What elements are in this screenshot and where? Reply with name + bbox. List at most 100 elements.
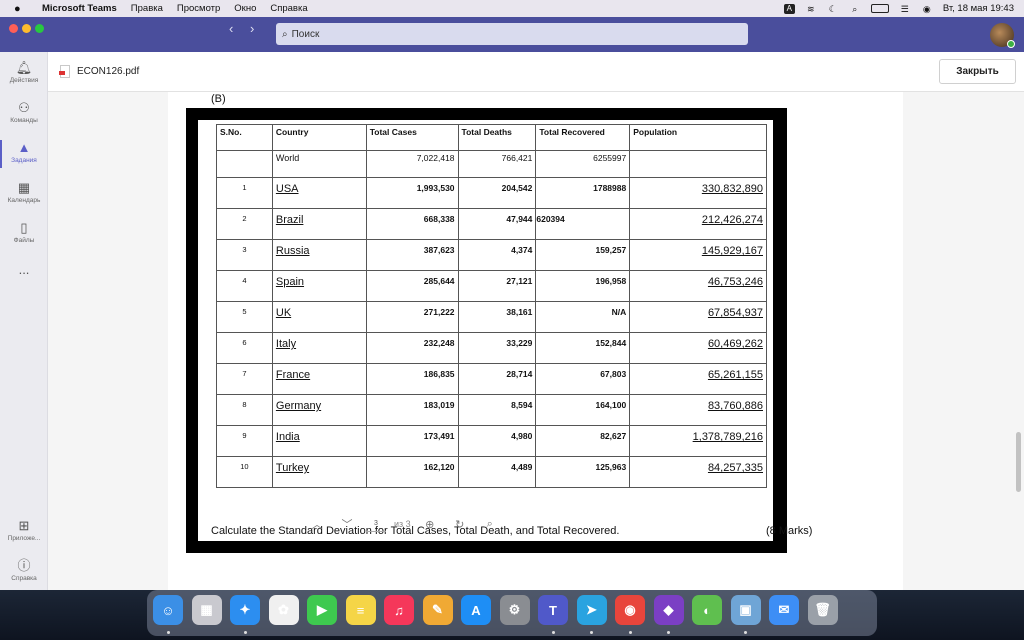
window-minimize-button[interactable] <box>22 24 31 33</box>
page-down-icon[interactable]: ﹀ <box>336 516 358 532</box>
rail-item-more[interactable]: ... <box>0 262 48 279</box>
bell-icon: 🔔︎ <box>15 60 33 75</box>
cell-country[interactable]: France <box>271 363 367 395</box>
rail-item-calendar[interactable]: ▦ Календарь <box>0 180 48 204</box>
cell-cases: 173,491 <box>365 425 459 457</box>
cell-population[interactable]: 83,760,886 <box>629 394 767 426</box>
trash-icon[interactable]: 🗑 <box>807 595 838 625</box>
menu-app-name[interactable]: Microsoft Teams <box>42 3 117 14</box>
table-row: 6 Italy 232,248 33,229 152,844 60,469,262 <box>216 332 767 364</box>
siri-icon[interactable]: ◉ <box>921 4 933 14</box>
cell-country[interactable]: Germany <box>271 394 367 426</box>
avatar[interactable] <box>990 23 1015 48</box>
cell-population[interactable]: 212,426,274 <box>629 208 767 240</box>
rail-item-help[interactable]: ⓘ Справка <box>0 558 48 582</box>
rail-item-activity[interactable]: 🔔︎ Действия <box>0 60 48 84</box>
search-input[interactable]: ⌕ Поиск <box>276 23 748 45</box>
cell-population[interactable]: 1,378,789,216 <box>629 425 767 457</box>
close-button[interactable]: Закрыть <box>939 59 1016 84</box>
cell-deaths: 8,594 <box>457 394 537 426</box>
mail-icon[interactable]: ✉ <box>769 595 799 625</box>
control-center-icon[interactable]: ☰ <box>899 4 911 14</box>
cell-country[interactable]: Russia <box>271 239 367 271</box>
zoom-in-icon[interactable]: ⊕ <box>419 518 441 531</box>
cell-country[interactable]: Spain <box>271 270 367 302</box>
rail-item-teams[interactable]: ⚇ Команды <box>0 100 48 124</box>
cell-country[interactable]: Italy <box>271 332 367 364</box>
cell-population <box>629 150 767 178</box>
notes-icon[interactable]: ≡ <box>345 595 376 625</box>
page-number-input[interactable]: 3 <box>366 516 386 532</box>
menu-clock[interactable]: Вт, 18 мая 19:43 <box>943 3 1014 14</box>
table-row: 2 Brazil 668,338 47,944 620394 212,426,274 <box>216 208 767 240</box>
photos-icon[interactable]: ✿ <box>268 595 299 625</box>
pages-icon[interactable]: ✎ <box>422 595 453 625</box>
cell-sno: 4 <box>216 270 273 302</box>
cell-population[interactable]: 46,753,246 <box>629 270 767 302</box>
app-store-icon[interactable]: A <box>461 595 491 625</box>
cell-cases: 285,644 <box>365 270 459 302</box>
safari-icon[interactable]: ✦ <box>230 595 260 625</box>
help-icon: ⓘ <box>17 558 31 573</box>
teams-icon: ⚇ <box>18 100 30 115</box>
apple-menu-icon[interactable]: ● <box>14 3 28 15</box>
cell-population[interactable]: 330,832,890 <box>629 177 767 209</box>
pdf-pager: ︿ ﹀ 3 из 3 ⊕ ↻ ⌕ <box>306 512 506 536</box>
spotlight-icon[interactable]: ⌕ <box>849 4 861 14</box>
window-close-button[interactable] <box>9 24 18 33</box>
table-row: 10 Turkey 162,120 4,489 125,963 84,257,335 <box>216 456 767 488</box>
menu-help[interactable]: Справка <box>270 3 307 14</box>
input-source-icon[interactable]: A <box>783 3 795 14</box>
cell-recovered: 620394 <box>535 208 631 240</box>
cell-country[interactable]: USA <box>271 177 367 209</box>
back-arrow-icon[interactable]: ‹ <box>229 21 233 36</box>
rail-item-files[interactable]: ▯ Файлы <box>0 220 48 244</box>
dock: ☺ ▦ ✦ ✿ ▶ ≡ ♫ ✎ A ⚙ T ➤ ◉ ◆ ◐ ▣ ✉ 🗑 <box>147 590 877 636</box>
cell-sno: 8 <box>216 394 273 426</box>
cell-country[interactable]: India <box>271 425 367 457</box>
system-preferences-icon[interactable]: ⚙ <box>499 595 530 625</box>
finder-icon[interactable]: ☺ <box>153 595 183 625</box>
launchpad-icon[interactable]: ▦ <box>191 595 222 625</box>
cell-population[interactable]: 60,469,262 <box>629 332 767 364</box>
running-indicator <box>243 631 247 634</box>
cell-population[interactable]: 84,257,335 <box>629 456 767 488</box>
color-picker-icon[interactable]: ◐ <box>692 595 722 625</box>
forward-arrow-icon[interactable]: › <box>250 21 254 36</box>
music-icon[interactable]: ♫ <box>384 595 414 625</box>
assignments-icon: ▲ <box>17 140 31 155</box>
menu-window[interactable]: Окно <box>234 3 256 14</box>
cell-country[interactable]: Brazil <box>271 208 367 240</box>
rotate-icon[interactable]: ↻ <box>449 518 471 531</box>
battery-icon[interactable] <box>870 4 889 13</box>
running-indicator <box>667 631 670 634</box>
rail-item-assignments[interactable]: ▲ Задания <box>0 140 48 168</box>
menu-view[interactable]: Просмотр <box>177 3 220 14</box>
moon-icon[interactable]: ☾ <box>827 4 839 14</box>
cell-population[interactable]: 65,261,155 <box>629 363 767 395</box>
telegram-icon[interactable]: ➤ <box>576 595 607 625</box>
cell-population[interactable]: 145,929,167 <box>629 239 767 271</box>
column-header: Country <box>271 124 367 151</box>
wifi-icon[interactable]: ≋ <box>805 4 817 14</box>
cell-country[interactable]: UK <box>271 301 367 333</box>
window-zoom-button[interactable] <box>35 24 44 33</box>
pdf-file-icon <box>59 65 70 78</box>
facetime-icon[interactable]: ▶ <box>307 595 337 625</box>
cell-population[interactable]: 67,854,937 <box>629 301 767 333</box>
chrome-icon[interactable]: ◉ <box>615 595 645 625</box>
preview-icon[interactable]: ▣ <box>730 595 761 625</box>
marks-text: (8 Marks) <box>766 525 813 537</box>
search-doc-icon[interactable]: ⌕ <box>479 518 501 531</box>
teams-icon[interactable]: T <box>538 595 568 625</box>
cell-sno <box>216 150 273 178</box>
cell-sno: 7 <box>216 363 273 395</box>
cell-cases: 271,222 <box>365 301 459 333</box>
visual-studio-icon[interactable]: ◆ <box>653 595 684 625</box>
menu-edit[interactable]: Правка <box>131 3 163 14</box>
search-icon: ⌕ <box>282 28 288 40</box>
rail-item-apps[interactable]: ⊞ Приложе... <box>0 518 48 542</box>
page-up-icon[interactable]: ︿ <box>306 516 328 532</box>
cell-country[interactable]: Turkey <box>271 456 367 488</box>
scrollbar[interactable] <box>1016 432 1021 492</box>
